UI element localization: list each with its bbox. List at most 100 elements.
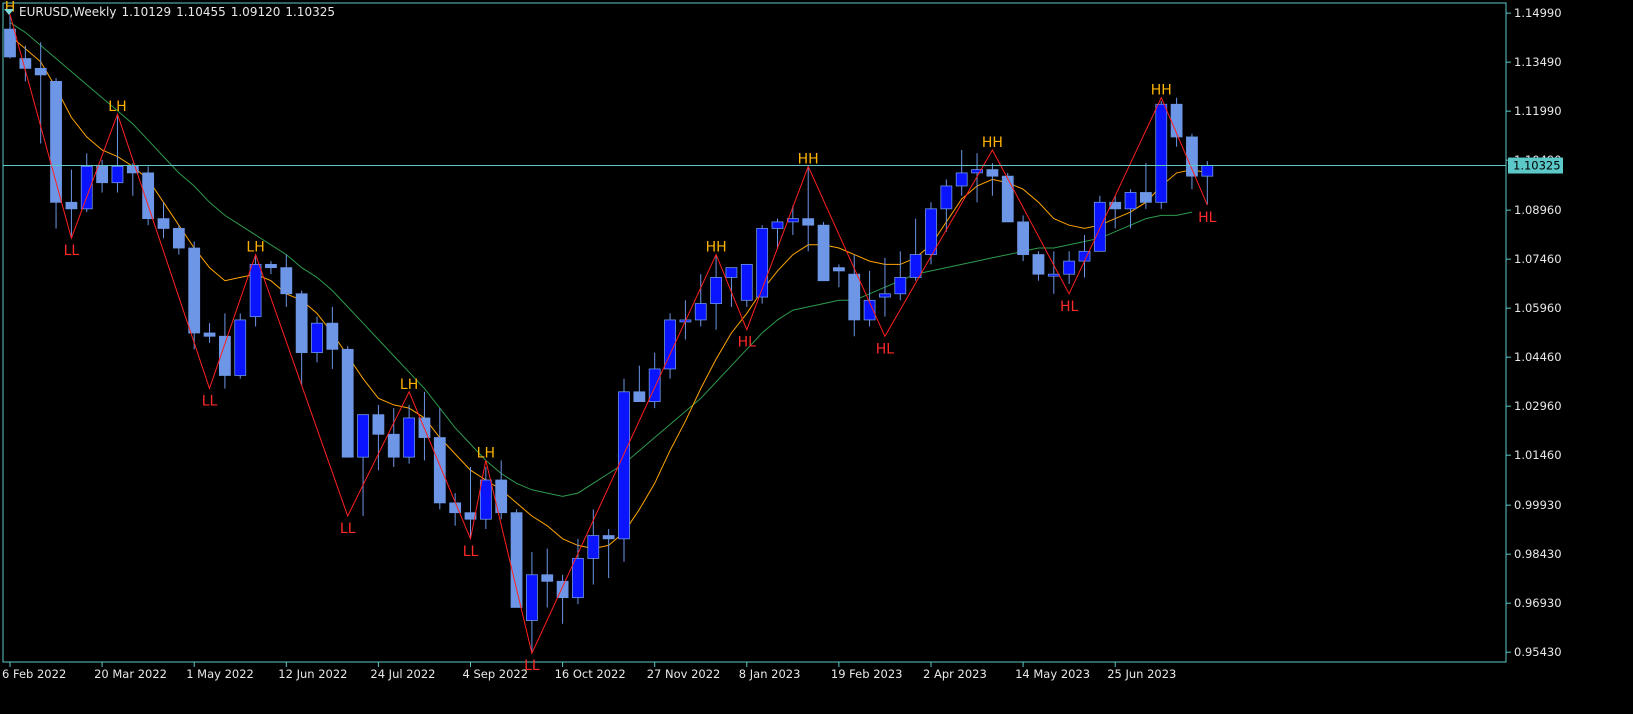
swing-low-label: LL bbox=[463, 544, 479, 560]
x-tick-label: 1 May 2022 bbox=[186, 667, 254, 681]
candle-body bbox=[1140, 192, 1152, 203]
candle-body bbox=[940, 185, 953, 210]
candle-body bbox=[265, 263, 277, 269]
price-chart[interactable]: 1.149901.134901.119901.104901.089601.074… bbox=[0, 0, 1633, 714]
y-tick-label: 1.14990 bbox=[1514, 6, 1562, 20]
candle-body bbox=[1124, 192, 1137, 210]
y-tick-label: 1.08960 bbox=[1514, 203, 1562, 217]
x-tick-label: 16 Oct 2022 bbox=[555, 667, 626, 681]
candle-body bbox=[986, 169, 999, 177]
x-tick-label: 25 Jun 2023 bbox=[1107, 667, 1176, 681]
candle-body bbox=[19, 58, 32, 69]
x-tick-label: 19 Feb 2023 bbox=[831, 667, 903, 681]
x-tick-label: 24 Jul 2022 bbox=[370, 667, 435, 681]
candle-body bbox=[526, 574, 538, 621]
x-tick-label: 20 Mar 2022 bbox=[94, 667, 167, 681]
candle-body bbox=[833, 267, 845, 272]
x-tick-label: 8 Jan 2023 bbox=[739, 667, 801, 681]
ohlc-open: 1.10129 bbox=[121, 5, 172, 19]
candle-body bbox=[34, 67, 47, 76]
swing-high-label: HH bbox=[1151, 83, 1172, 99]
candle-body bbox=[65, 201, 78, 210]
ohlc-high: 1.10455 bbox=[176, 5, 226, 19]
swing-low-label: LL bbox=[202, 394, 218, 410]
moving-average-slow bbox=[9, 22, 1193, 497]
candle-body bbox=[188, 247, 201, 334]
candle-body bbox=[725, 267, 738, 278]
dropdown-arrow-icon[interactable] bbox=[4, 9, 14, 15]
x-tick-label: 6 Feb 2022 bbox=[2, 667, 66, 681]
swing-high-label: LH bbox=[477, 445, 495, 461]
candle-body bbox=[387, 433, 400, 458]
ohlc-close: 1.10325 bbox=[285, 5, 335, 19]
swing-low-label: HL bbox=[738, 335, 757, 351]
candle-body bbox=[111, 165, 124, 184]
candle-body bbox=[802, 218, 815, 226]
swing-high-label: HH bbox=[982, 135, 1003, 151]
candle-body bbox=[479, 479, 492, 520]
candle-body bbox=[817, 224, 830, 282]
candle-body bbox=[1155, 103, 1168, 203]
swing-high-label: HH bbox=[798, 151, 819, 167]
y-tick-label: 1.01460 bbox=[1514, 448, 1562, 462]
candle-body bbox=[510, 512, 523, 608]
candle-body bbox=[572, 558, 584, 599]
candle-body bbox=[249, 263, 262, 318]
candle-body bbox=[157, 218, 170, 229]
candle-body bbox=[740, 263, 753, 301]
y-tick-label: 1.05960 bbox=[1514, 301, 1562, 315]
candle-body bbox=[1032, 254, 1045, 275]
candle-body bbox=[326, 322, 339, 350]
x-tick-label: 27 Nov 2022 bbox=[647, 667, 721, 681]
candle-body bbox=[1201, 164, 1214, 177]
candle-body bbox=[403, 417, 416, 458]
y-tick-label: 1.13490 bbox=[1514, 55, 1562, 69]
swing-low-label: LL bbox=[524, 658, 540, 674]
candle-body bbox=[786, 218, 799, 223]
candle-body bbox=[172, 228, 185, 249]
candle-body bbox=[295, 293, 308, 353]
candle-body bbox=[694, 303, 707, 321]
swing-high-label: LH bbox=[246, 240, 264, 256]
candle-body bbox=[894, 277, 907, 295]
chart-window[interactable]: 1.149901.134901.119901.104901.089601.074… bbox=[0, 0, 1633, 714]
y-tick-label: 1.07460 bbox=[1514, 252, 1562, 266]
candle-body bbox=[4, 28, 16, 58]
x-tick-label: 4 Sep 2022 bbox=[463, 667, 529, 681]
chart-title-bar: EURUSD,Weekly 1.10129 1.10455 1.09120 1.… bbox=[4, 4, 340, 20]
ohlc-low: 1.09120 bbox=[230, 5, 281, 19]
candle-body bbox=[1047, 273, 1060, 277]
candle-body bbox=[541, 574, 554, 582]
symbol-timeframe: EURUSD,Weekly bbox=[19, 5, 117, 19]
candle-body bbox=[311, 322, 323, 353]
candle-body bbox=[1093, 201, 1106, 252]
candle-body bbox=[203, 332, 216, 337]
candle-body bbox=[280, 267, 293, 295]
y-tick-label: 0.99930 bbox=[1514, 498, 1562, 512]
candle-body bbox=[372, 414, 385, 435]
x-tick-label: 12 Jun 2022 bbox=[278, 667, 347, 681]
candle-body bbox=[879, 293, 891, 298]
candle-body bbox=[771, 221, 784, 229]
candle-body bbox=[1001, 175, 1014, 223]
candle-body bbox=[96, 165, 108, 184]
swing-high-label: LH bbox=[108, 99, 126, 115]
candle-body bbox=[618, 391, 630, 540]
candle-body bbox=[710, 277, 722, 304]
x-tick-label: 14 May 2023 bbox=[1015, 667, 1090, 681]
y-tick-label: 1.02960 bbox=[1514, 399, 1562, 413]
current-price-value: 1.10325 bbox=[1513, 159, 1561, 173]
candle-body bbox=[633, 391, 646, 403]
candle-body bbox=[433, 437, 446, 504]
candle-body bbox=[234, 319, 247, 376]
candle-body bbox=[848, 273, 861, 321]
candle-body bbox=[909, 254, 922, 278]
swing-low-label: HL bbox=[1060, 299, 1079, 315]
candle-body bbox=[1017, 221, 1029, 255]
candle-body bbox=[341, 348, 354, 458]
swing-high-label: HH bbox=[706, 240, 727, 256]
y-tick-label: 0.96930 bbox=[1514, 596, 1562, 610]
y-tick-label: 0.98430 bbox=[1514, 547, 1562, 561]
swing-high-label: LH bbox=[400, 377, 418, 393]
candle-body bbox=[756, 228, 769, 298]
